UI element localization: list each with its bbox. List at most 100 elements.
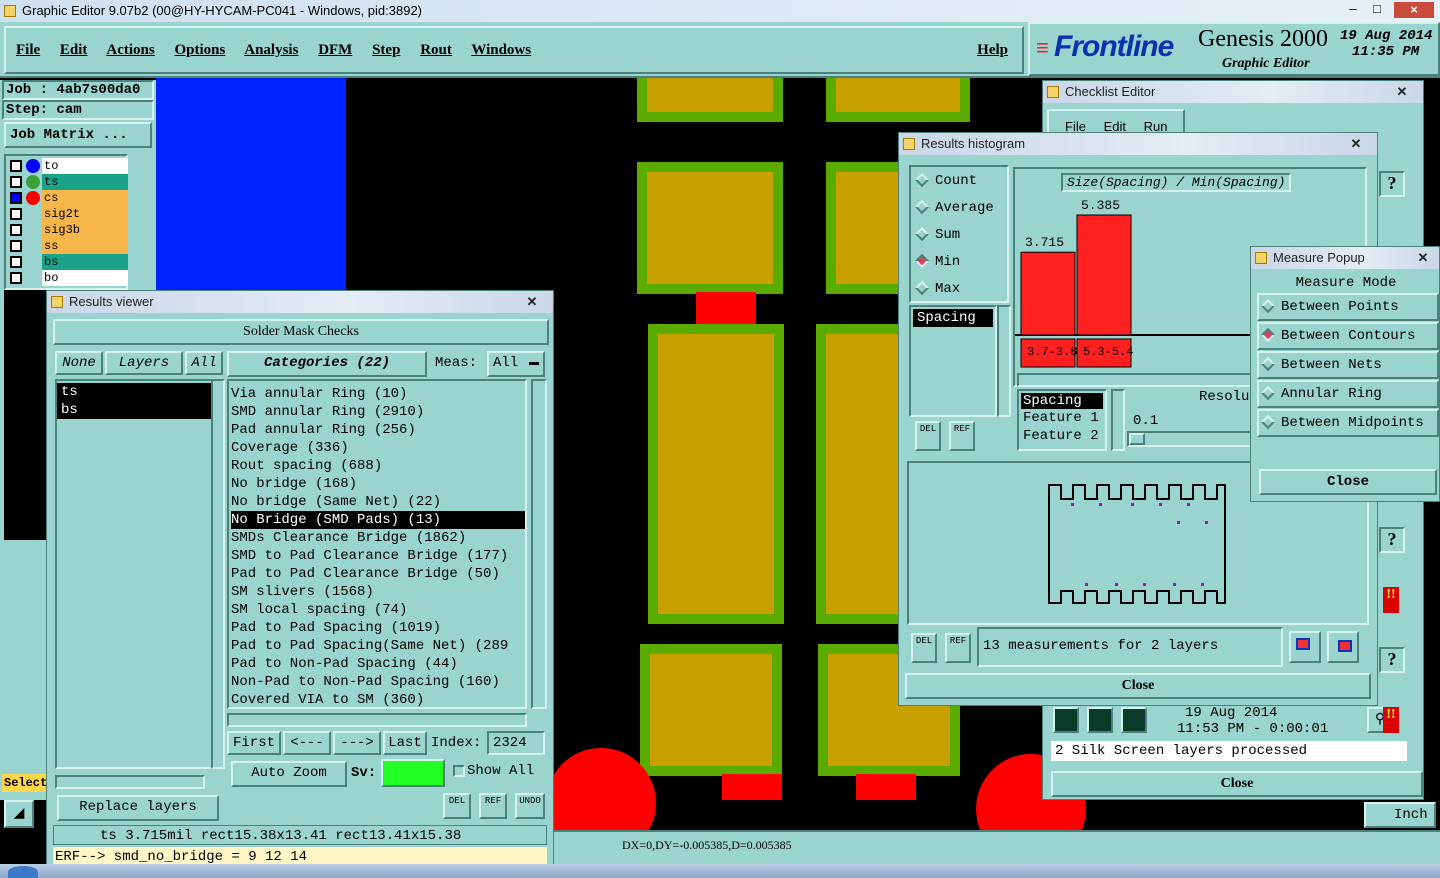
layer-checkbox[interactable]	[10, 208, 22, 220]
show-all-checkbox[interactable]	[453, 765, 465, 777]
maximize-button[interactable]: □	[1366, 2, 1388, 18]
mode-between-points[interactable]: Between Points	[1257, 293, 1439, 321]
undo-button[interactable]: UNDO	[515, 793, 545, 819]
layer-list-hscroll[interactable]	[55, 775, 205, 789]
category-list-item[interactable]: Pad to Pad Spacing(Same Net) (289	[231, 637, 525, 655]
slider-thumb[interactable]	[1129, 433, 1145, 445]
layer-sig2t[interactable]: sig2t	[42, 206, 128, 222]
menu-edit[interactable]: Edit	[60, 42, 88, 58]
run-stop-icon[interactable]	[1121, 707, 1147, 733]
mode-between-contours[interactable]: Between Contours	[1257, 322, 1439, 350]
histogram-ref-button[interactable]: REF	[949, 421, 975, 451]
measure-close-button[interactable]: Close	[1259, 469, 1437, 495]
category-list-item[interactable]: SM local spacing (74)	[231, 601, 525, 619]
help-icon[interactable]: ?	[1379, 171, 1405, 197]
layer-ts[interactable]: ts	[42, 174, 128, 190]
list-item[interactable]: bs	[57, 401, 211, 419]
first-button[interactable]: First	[227, 731, 281, 755]
layer-checkbox[interactable]	[10, 224, 22, 236]
layer-bs[interactable]: bs	[42, 254, 128, 270]
category-list-item[interactable]: Coverage (336)	[231, 439, 525, 457]
list-item[interactable]: Spacing	[1021, 393, 1103, 409]
menu-step[interactable]: Step	[372, 42, 400, 58]
close-icon[interactable]: ✕	[1409, 250, 1437, 265]
sv-color-dropdown[interactable]	[381, 759, 445, 787]
category-list-item[interactable]: No bridge (168)	[231, 475, 525, 493]
layer-ss[interactable]: ss	[42, 238, 128, 254]
layer-bo[interactable]: bo	[42, 270, 128, 286]
menu-file[interactable]: File	[16, 42, 40, 58]
category-list-item[interactable]: Via annular Ring (10)	[231, 385, 525, 403]
select-label[interactable]: Select	[2, 774, 50, 792]
menu-windows[interactable]: Windows	[471, 42, 531, 58]
layer-checkbox[interactable]	[10, 176, 22, 188]
zoom-to-feature-icon[interactable]	[1289, 631, 1321, 663]
mode-min[interactable]: Min	[914, 254, 1007, 281]
job-matrix-button[interactable]: Job Matrix ...	[4, 122, 152, 148]
category-list-item[interactable]: SMD annular Ring (2910)	[231, 403, 525, 421]
list-item[interactable]: Spacing	[913, 309, 993, 327]
menu-analysis[interactable]: Analysis	[244, 42, 298, 58]
list-item[interactable]: Feature 2	[1021, 427, 1103, 445]
preview-ref-button[interactable]: REF	[945, 633, 971, 663]
category-list-item[interactable]: Pad to Pad Clearance Bridge (50)	[231, 565, 525, 583]
histogram-bar[interactable]	[1020, 251, 1076, 336]
category-list-item[interactable]: SMD to Pad Clearance Bridge (177)	[231, 547, 525, 565]
list-item[interactable]: Feature 1	[1021, 409, 1103, 427]
help-icon[interactable]: ?	[1379, 647, 1405, 673]
prev-button[interactable]: <---	[283, 731, 331, 755]
mode-sum[interactable]: Sum	[914, 227, 1007, 254]
zoom-tool-button[interactable]: ◢	[4, 800, 34, 828]
replace-layers-dropdown[interactable]: Replace layers	[57, 795, 219, 821]
close-icon[interactable]: ✕	[1341, 136, 1371, 151]
start-icon[interactable]	[8, 866, 38, 878]
category-list-item[interactable]: Pad to Non-Pad Spacing (44)	[231, 655, 525, 673]
layer-checkbox[interactable]	[10, 272, 22, 284]
category-list[interactable]: Via annular Ring (10) SMD annular Ring (2…	[227, 379, 527, 709]
help-icon[interactable]: ?	[1379, 527, 1405, 553]
menu-rout[interactable]: Rout	[420, 42, 452, 58]
category-list-item[interactable]: No bridge (Same Net) (22)	[231, 493, 525, 511]
meas-dropdown[interactable]: All	[487, 351, 545, 377]
checklist-close-button[interactable]: Close	[1051, 771, 1423, 797]
run-icon[interactable]	[1053, 707, 1079, 733]
histogram-item-list[interactable]: Spacing	[909, 305, 997, 417]
resolution-slider[interactable]	[1127, 431, 1257, 447]
layer-list-scrollbar[interactable]	[211, 379, 225, 769]
layer-sig3b[interactable]: sig3b	[42, 222, 128, 238]
index-input[interactable]: 2324	[487, 731, 545, 755]
mode-annular-ring[interactable]: Annular Ring	[1257, 380, 1439, 408]
layer-checkbox[interactable]	[10, 192, 22, 204]
layer-checkbox[interactable]	[10, 160, 22, 172]
layer-cs[interactable]: cs	[42, 190, 128, 206]
category-list-item[interactable]: No Bridge (SMD Pads) (13)	[231, 511, 525, 529]
menu-actions[interactable]: Actions	[106, 42, 154, 58]
category-list-item[interactable]: Rout spacing (688)	[231, 457, 525, 475]
minimize-button[interactable]: –	[1342, 2, 1364, 18]
feature-scrollbar[interactable]	[1111, 389, 1125, 451]
category-list-item[interactable]: Covered VIA to SM (360)	[231, 691, 525, 707]
close-icon[interactable]: ✕	[517, 294, 547, 309]
last-button[interactable]: Last	[383, 731, 427, 755]
list-item[interactable]: ts	[57, 383, 211, 401]
category-hscroll[interactable]	[227, 713, 527, 727]
histogram-bar[interactable]	[1076, 214, 1132, 336]
category-list-item[interactable]: SM slivers (1568)	[231, 583, 525, 601]
ref-button[interactable]: REF	[479, 793, 507, 819]
mode-between-midpoints[interactable]: Between Midpoints	[1257, 409, 1439, 437]
unit-dropdown[interactable]: Inch	[1364, 802, 1436, 828]
mode-count[interactable]: Count	[914, 173, 1007, 200]
close-button[interactable]: ×	[1394, 2, 1434, 18]
menu-dfm[interactable]: DFM	[318, 42, 352, 58]
histogram-close-button[interactable]: Close	[905, 673, 1371, 699]
none-button[interactable]: None	[55, 351, 103, 375]
layer-to[interactable]: to	[42, 158, 128, 174]
layer-checkbox[interactable]	[10, 256, 22, 268]
all-button[interactable]: All	[185, 351, 223, 375]
layer-results-list[interactable]: ts bs	[55, 379, 213, 769]
category-scrollbar[interactable]	[531, 379, 547, 709]
run-all-icon[interactable]	[1087, 707, 1113, 733]
mode-between-nets[interactable]: Between Nets	[1257, 351, 1439, 379]
categories-button[interactable]: Categories (22)	[227, 351, 427, 377]
zoom-to-all-icon[interactable]	[1327, 631, 1359, 663]
